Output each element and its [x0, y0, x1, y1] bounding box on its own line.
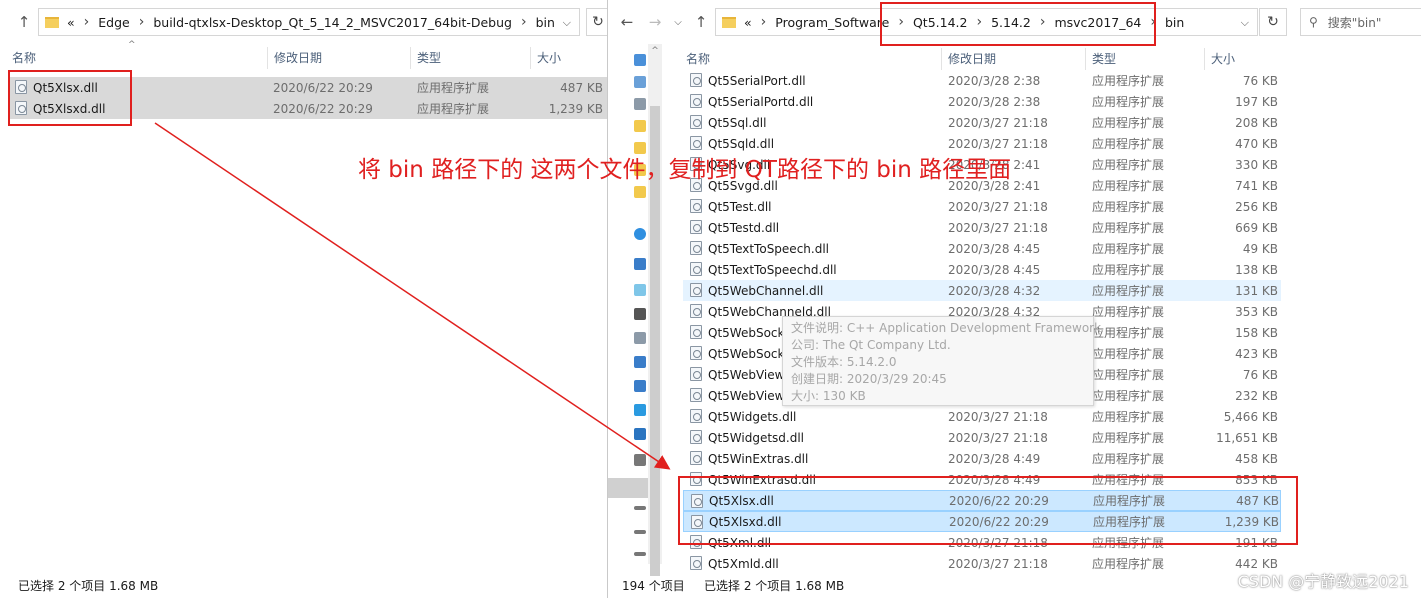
arrow-overlay	[154, 122, 671, 470]
csdn-watermark: CSDN @宁静致远2021	[1237, 572, 1409, 591]
instruction-annotation: 将 bin 路径下的 这两个文件，复制到 QT路径下的 bin 路径里面	[358, 157, 1012, 183]
